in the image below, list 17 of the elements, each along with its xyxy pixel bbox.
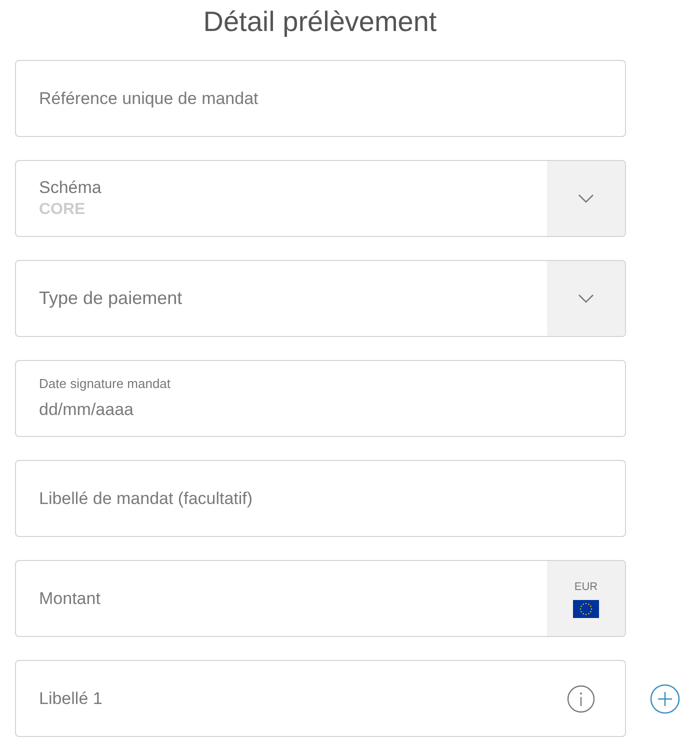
plus-icon bbox=[650, 684, 680, 714]
input-field[interactable]: Référence unique de mandat bbox=[15, 60, 626, 137]
input-field[interactable]: Montant EUR bbox=[15, 560, 626, 637]
input-field[interactable]: Montant bbox=[39, 586, 547, 612]
add-button[interactable] bbox=[650, 684, 680, 714]
input-field[interactable]: Libellé de mandat (facultatif) bbox=[39, 486, 625, 512]
input-field[interactable]: Libellé 1 bbox=[15, 660, 626, 737]
flag-icon bbox=[573, 600, 599, 618]
field-label: Date signature mandat bbox=[39, 374, 172, 393]
date-field[interactable]: dd/mm/aaaa bbox=[39, 396, 625, 422]
input-field[interactable]: Libellé 1 bbox=[39, 686, 567, 712]
input-field[interactable]: Libellé de mandat (facultatif) bbox=[15, 460, 626, 537]
date-field[interactable]: Date signature mandat dd/mm/aaaa bbox=[15, 360, 626, 437]
page-title: Détail prélèvement bbox=[202, 5, 438, 39]
input-field[interactable]: Référence unique de mandat bbox=[39, 86, 625, 112]
currency-code: EUR bbox=[574, 580, 598, 595]
info-icon[interactable] bbox=[567, 684, 595, 712]
